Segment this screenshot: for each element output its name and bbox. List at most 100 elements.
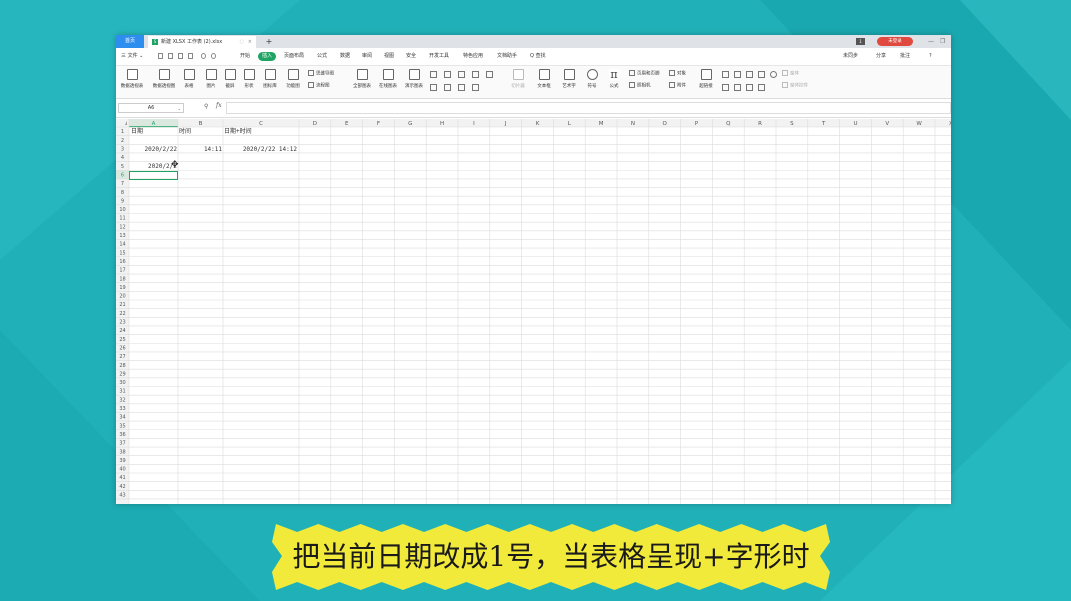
row-header[interactable]: 8 [121,190,124,196]
groupbox-control-icon[interactable] [734,84,741,91]
row-header[interactable]: 3 [121,147,124,153]
cell-b1[interactable]: 时间 [179,128,191,136]
camera-button[interactable]: 照相机 [629,82,651,90]
flowchart-button[interactable]: 流程图 [308,82,330,90]
menu-sync[interactable]: 未同步 [843,48,858,65]
column-header-x[interactable]: X [949,121,951,127]
row-header[interactable]: 6 [121,172,124,178]
row-header[interactable]: 9 [121,198,124,204]
row-header[interactable]: 43 [119,493,125,499]
row-header[interactable]: 26 [119,345,125,351]
row-header[interactable]: 13 [119,233,125,239]
listbox-control-icon[interactable] [758,71,765,78]
row-header[interactable]: 33 [119,406,125,412]
row-header[interactable]: 23 [119,320,125,326]
row-header[interactable]: 32 [119,397,125,403]
menu-insert[interactable]: 插入 [258,52,277,61]
column-header-t[interactable]: T [821,121,826,127]
scatter-chart-small-icon[interactable] [430,84,437,91]
column-header-v[interactable]: V [885,121,889,127]
tab-home[interactable]: 首页 [116,35,144,48]
row-header[interactable]: 18 [119,276,125,282]
column-header-f[interactable]: F [377,121,380,127]
row-header[interactable]: 14 [119,242,125,248]
login-button[interactable]: 未登录 [877,37,913,46]
button-control-icon[interactable] [758,84,765,91]
radar-chart-small-icon[interactable] [458,84,465,91]
window-count-badge[interactable]: 1 [856,38,865,45]
column-header-o[interactable]: O [663,121,668,127]
row-header[interactable]: 24 [119,328,125,334]
menu-review[interactable]: 审阅 [362,48,372,65]
name-box[interactable]: A6 ⌄ [118,103,184,113]
row-header[interactable]: 12 [119,224,125,230]
name-box-dropdown-icon[interactable]: ⌄ [178,104,181,113]
line-chart-small-icon[interactable] [444,71,451,78]
row-header[interactable]: 38 [119,449,125,455]
column-chart-small-icon[interactable] [430,71,437,78]
stock-chart-small-icon[interactable] [444,84,451,91]
spin-control-icon[interactable] [770,71,777,78]
menu-file[interactable]: 三 文件 ⌄ [121,48,143,65]
menu-assistant[interactable]: 文档助手 [497,48,517,65]
menu-share[interactable]: 分享 [876,48,886,65]
row-header[interactable]: 16 [119,259,125,265]
cell-a1[interactable]: 日期 [131,128,143,136]
checkbox-control-icon[interactable] [722,71,729,78]
column-header-j[interactable]: J [504,121,507,127]
equation-button[interactable]: π 公式 [601,69,627,89]
column-header-d[interactable]: D [313,121,317,127]
column-header-n[interactable]: N [631,121,635,127]
row-header[interactable]: 34 [119,415,125,421]
column-header-q[interactable]: Q [726,121,731,127]
demo-charts-button[interactable]: 演示图表 [401,69,427,89]
row-header[interactable]: 41 [119,475,125,481]
row-header[interactable]: 25 [119,337,125,343]
redo-icon[interactable] [211,53,216,59]
pie-chart-small-icon[interactable] [458,71,465,78]
row-header[interactable]: 5 [121,164,124,170]
row-header[interactable]: 31 [119,389,125,395]
mindmap-button[interactable]: 思维导图 [308,70,334,78]
row-header[interactable]: 10 [119,207,125,213]
row-header[interactable]: 35 [119,423,125,429]
pivot-table-button[interactable]: 数据透视表 [119,69,145,89]
cell-a3[interactable]: 2020/2/22 [130,146,177,154]
slicer-button[interactable]: 切片器 [505,69,531,89]
column-header-m[interactable]: M [599,121,604,127]
header-footer-button[interactable]: 页眉和页脚 [629,70,660,78]
minimize-icon[interactable]: — [928,35,934,48]
pivot-chart-button[interactable]: 数据透视图 [151,69,177,89]
row-header[interactable]: 42 [119,484,125,490]
row-header[interactable]: 4 [121,155,124,161]
cell-c1[interactable]: 日期+时间 [224,128,252,136]
output-icon[interactable] [168,53,173,59]
restore-icon[interactable]: ❐ [940,35,945,48]
print-icon[interactable] [178,53,183,59]
undo-icon[interactable] [201,53,206,59]
column-header-r[interactable]: R [758,121,762,127]
row-header[interactable]: 30 [119,380,125,386]
row-header[interactable]: 2 [121,138,124,144]
row-header[interactable]: 39 [119,458,125,464]
column-header-u[interactable]: U [853,121,857,127]
row-header[interactable]: 17 [119,268,125,274]
spreadsheet-grid[interactable]: A B C D E F G H I J K L M N O P Q R S T U V W X 1 2 3 4 5 6 7 8 9 10 11 12 1… [116,119,951,504]
menu-search[interactable]: Q 查找 [530,48,546,65]
row-header[interactable]: 11 [119,216,125,222]
row-header[interactable]: 20 [119,294,125,300]
column-header-s[interactable]: S [790,121,794,127]
menu-page-layout[interactable]: 页面布局 [284,48,304,65]
column-header-h[interactable]: H [440,121,444,127]
fx-icon[interactable]: fx [216,102,222,109]
save-icon[interactable] [158,53,163,59]
row-header[interactable]: 1 [121,129,124,135]
attachment-button[interactable]: 附件 [669,82,686,90]
combo-chart-small-icon[interactable] [472,84,479,91]
column-header-a[interactable]: A [152,121,156,127]
form-button[interactable]: 窗体 [782,70,799,78]
zoom-icon[interactable]: ⚲ [204,103,208,110]
help-icon[interactable]: ? [929,48,932,65]
row-header[interactable]: 21 [119,302,125,308]
column-header-g[interactable]: G [408,121,412,127]
